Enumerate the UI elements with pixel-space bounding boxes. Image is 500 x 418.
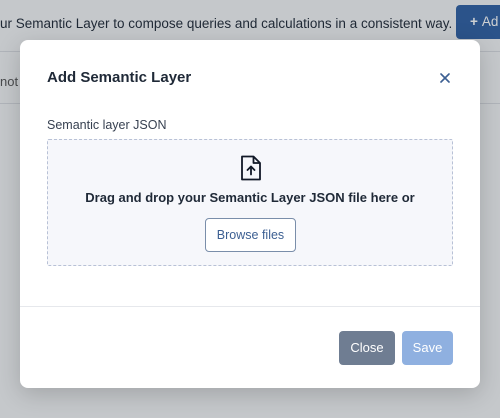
footer-divider <box>20 306 480 307</box>
modal-title: Add Semantic Layer <box>47 69 192 86</box>
add-semantic-layer-modal: Add Semantic Layer Semantic layer JSON D… <box>20 40 480 388</box>
dropzone-text: Drag and drop your Semantic Layer JSON f… <box>85 190 415 205</box>
file-dropzone[interactable]: Drag and drop your Semantic Layer JSON f… <box>47 139 453 266</box>
save-button[interactable]: Save <box>402 331 453 365</box>
close-button[interactable]: Close <box>339 331 395 365</box>
file-upload-icon <box>241 155 261 181</box>
semantic-layer-json-label: Semantic layer JSON <box>47 118 167 132</box>
browse-files-button[interactable]: Browse files <box>205 218 296 252</box>
close-icon[interactable] <box>435 68 455 88</box>
